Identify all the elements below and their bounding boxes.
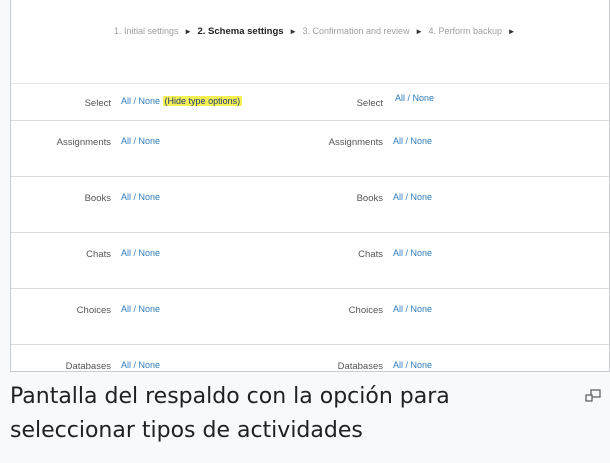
all-none-link-right[interactable]: All / None [393,136,432,146]
table-row: Databases All / None Databases All / Non… [11,345,609,372]
activity-label: Choices [76,305,111,316]
activity-label-right: Assignments [328,137,383,148]
activity-label: Databases [65,361,111,372]
step-arrow-icon: ► [184,27,192,36]
step-schema-settings: 2. Schema settings [197,26,284,37]
select-label-right: Select [356,98,383,109]
select-label: Select [84,98,111,109]
table-row: Assignments All / None Assignments All /… [11,121,609,177]
all-none-link[interactable]: All / None [121,192,160,202]
table-row: Choices All / None Choices All / None [11,289,609,345]
table-row: Chats All / None Chats All / None [11,233,609,289]
step-perform-backup: 4. Perform backup [428,26,503,36]
hide-type-options-link[interactable]: (Hide type options) [162,96,243,106]
step-confirmation-review: 3. Confirmation and review [302,26,410,36]
all-none-link[interactable]: All / None [121,136,160,146]
activity-label-right: Databases [337,361,383,372]
table-row: Books All / None Books All / None [11,177,609,233]
select-row: Select All / None (Hide type options) Se… [11,83,609,121]
activity-type-table: Select All / None (Hide type options) Se… [11,83,609,372]
toolbar-strip [11,64,609,84]
all-none-link[interactable]: All / None [121,360,160,370]
activity-label: Chats [86,249,111,260]
activity-label: Assignments [56,137,111,148]
activity-label-right: Choices [348,305,383,316]
screenshot-frame: 1. Initial settings ► 2. Schema settings… [10,0,610,372]
all-none-link-right[interactable]: All / None [393,192,432,202]
activity-label-right: Chats [358,249,383,260]
image-caption: Pantalla del respaldo con la opción para… [10,384,450,443]
all-none-link-right[interactable]: All / None [393,248,432,258]
step-initial-settings[interactable]: 1. Initial settings [114,26,179,36]
all-none-link[interactable]: All / None [121,304,160,314]
progress-trail: 1. Initial settings ► 2. Schema settings… [114,26,519,37]
enlarge-icon[interactable] [585,389,601,403]
all-none-link-right[interactable]: All / None [393,360,432,370]
step-arrow-icon: ► [415,27,424,36]
all-none-link[interactable]: All / None [121,96,160,106]
backup-steps-bar: 1. Initial settings ► 2. Schema settings… [11,0,609,64]
activity-label: Books [84,193,111,204]
step-arrow-icon: ► [507,27,516,36]
activity-label-right: Books [356,193,383,204]
step-arrow-icon: ► [289,27,297,36]
all-none-link-right[interactable]: All / None [393,304,432,314]
all-none-link[interactable]: All / None [121,248,160,258]
select-all-none-link: All / None (Hide type options) [121,96,243,106]
select-all-none-link-right[interactable]: All / None [395,93,434,103]
